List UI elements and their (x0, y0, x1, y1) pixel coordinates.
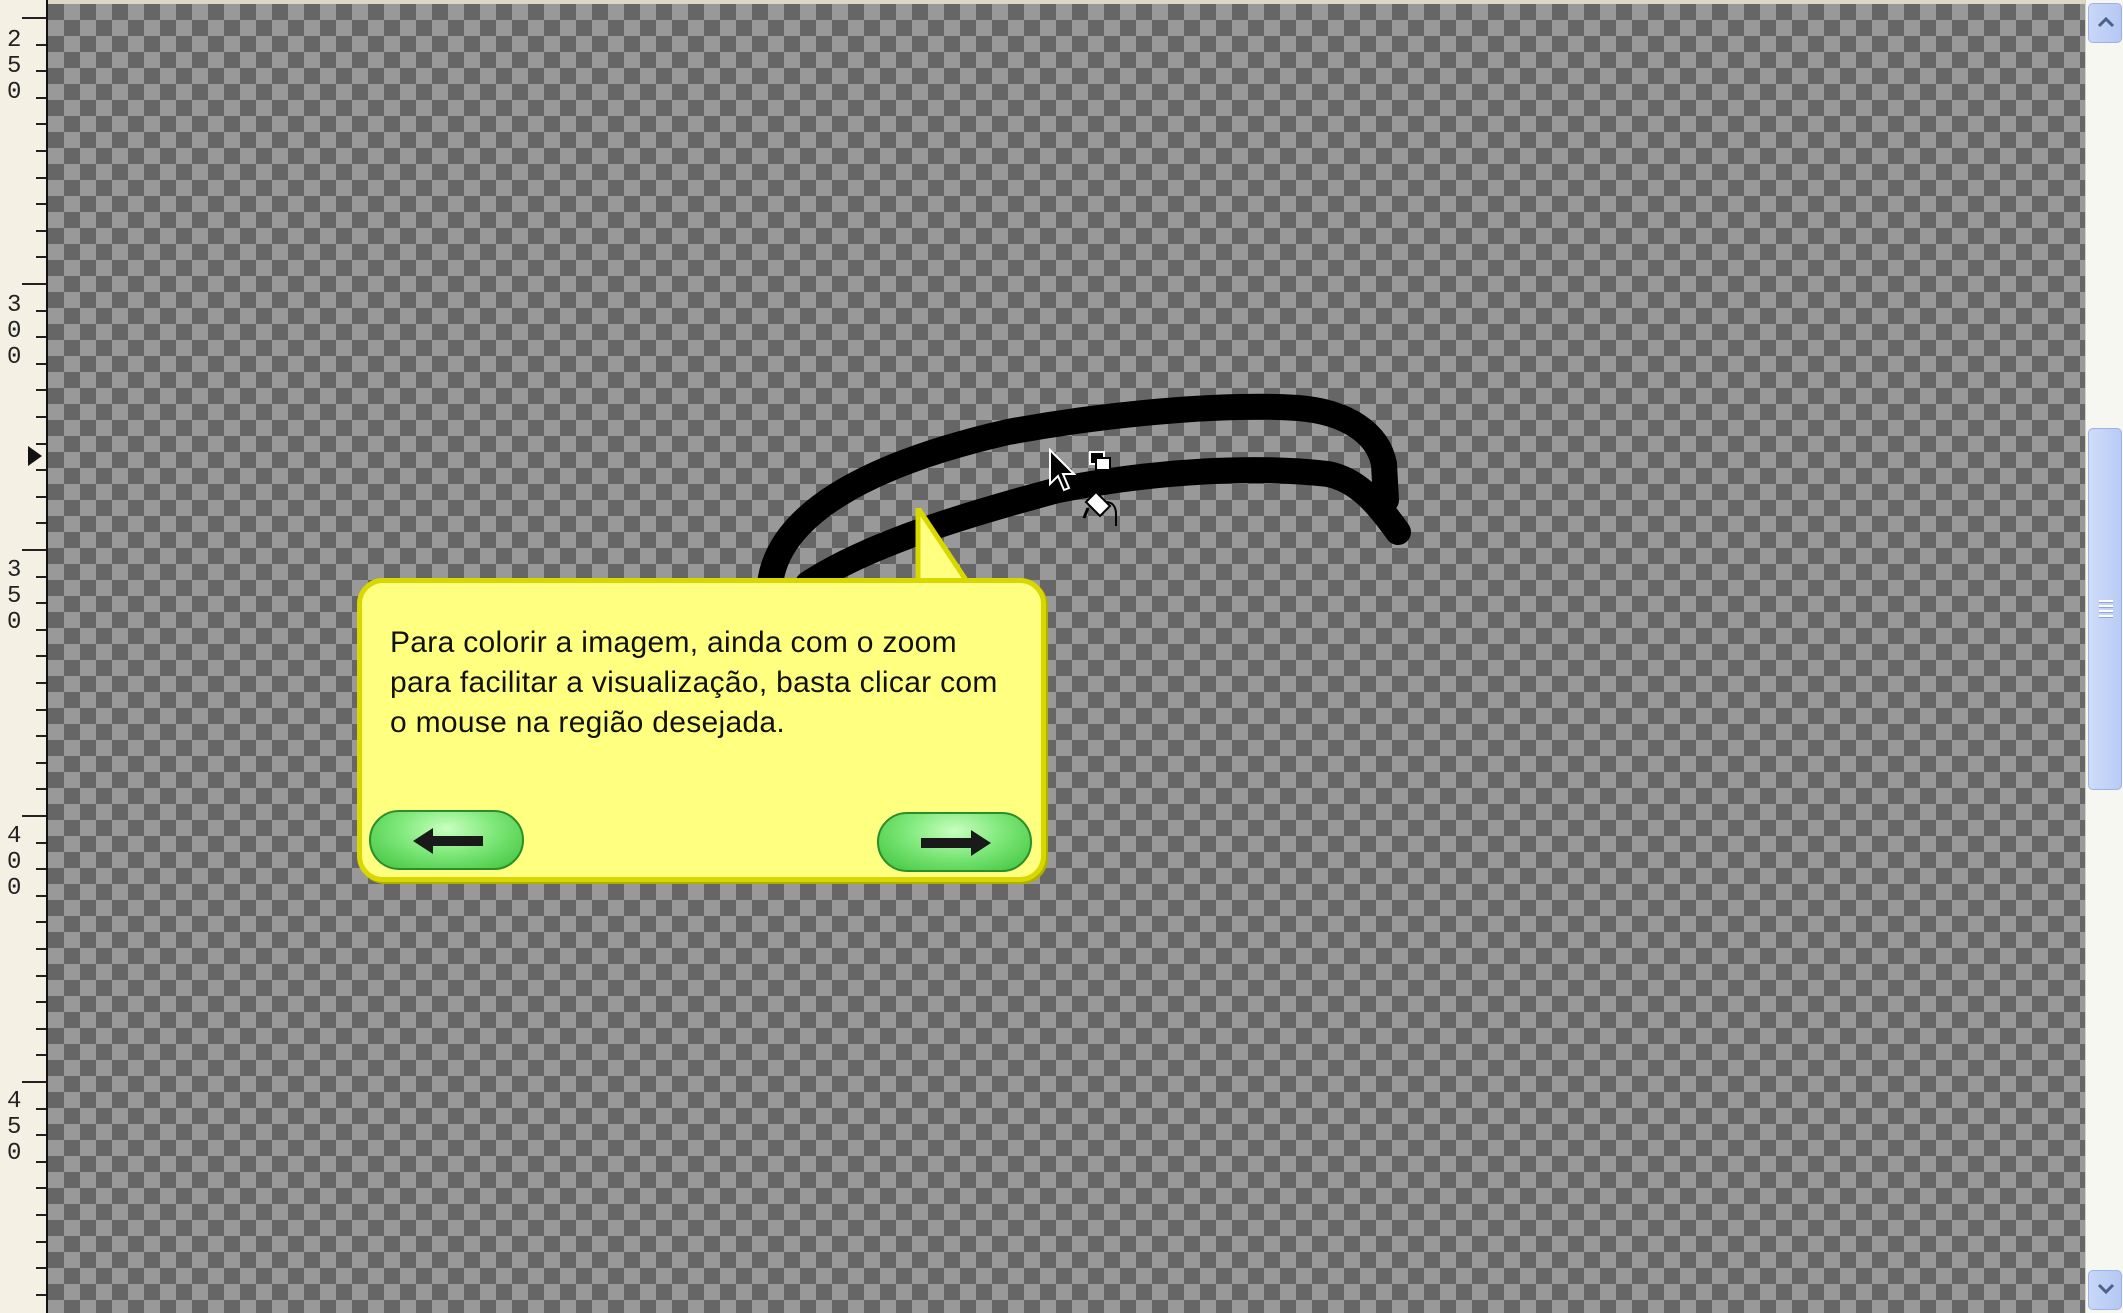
ruler-label-350: 3 5 0 (7, 558, 21, 636)
ruler-minor-tick (36, 895, 46, 897)
ruler-label-digit: 0 (7, 849, 22, 876)
thumb-grip-line (2099, 615, 2113, 617)
ruler-minor-tick (36, 948, 46, 950)
ruler-minor-tick (36, 1214, 46, 1216)
ruler-minor-tick (36, 522, 46, 524)
ruler-minor-tick (36, 762, 46, 764)
ruler-minor-tick (36, 975, 46, 977)
ruler-minor-tick (36, 1241, 46, 1243)
ruler-minor-tick (36, 203, 46, 205)
tutorial-callout: Para colorir a imagem, ainda com o zoom … (357, 578, 1046, 882)
ruler-major-tick (22, 283, 46, 285)
ruler-minor-tick (36, 1294, 46, 1296)
callout-text: Para colorir a imagem, ainda com o zoom … (390, 626, 998, 739)
ruler-label-digit: 0 (7, 318, 22, 345)
ruler-label-digit: 3 (7, 292, 22, 319)
ruler-minor-tick (36, 1054, 46, 1056)
ruler-label-digit: 0 (7, 609, 22, 636)
thumb-grip-line (2099, 610, 2113, 612)
ruler-minor-tick (36, 230, 46, 232)
ruler-minor-tick (36, 389, 46, 391)
ruler-major-tick (22, 549, 46, 551)
ruler-minor-tick (36, 682, 46, 684)
ruler-minor-tick (36, 1161, 46, 1163)
ruler-label-digit: 4 (7, 1088, 22, 1115)
ruler-label-400: 4 0 0 (7, 824, 21, 902)
ruler-minor-tick (36, 336, 46, 338)
ruler-minor-tick (36, 416, 46, 418)
ruler-minor-tick (36, 44, 46, 46)
ruler-minor-tick (36, 921, 46, 923)
paint-bucket-cursor-icon (1049, 448, 1117, 526)
ruler-label-digit: 5 (7, 583, 22, 610)
ruler-label-digit: 0 (7, 875, 22, 902)
ruler-minor-tick (36, 709, 46, 711)
ruler-major-tick (22, 17, 46, 19)
vertical-ruler: 2 5 0 3 0 0 3 5 0 4 0 0 4 5 0 (0, 0, 48, 1313)
drawing-canvas[interactable] (48, 4, 2085, 1313)
ruler-minor-tick (36, 655, 46, 657)
ruler-minor-tick (36, 1001, 46, 1003)
ruler-label-digit: 3 (7, 557, 22, 584)
next-button[interactable] (877, 812, 1032, 872)
ruler-minor-tick (36, 70, 46, 72)
ruler-minor-tick (36, 123, 46, 125)
ruler-minor-tick (36, 97, 46, 99)
ruler-minor-tick (36, 1108, 46, 1110)
ruler-label-250: 2 5 0 (7, 28, 21, 106)
ruler-major-tick (22, 815, 46, 817)
ruler-minor-tick (36, 443, 46, 445)
ruler-minor-tick (36, 1267, 46, 1269)
ruler-label-digit: 5 (7, 53, 22, 80)
ruler-label-digit: 0 (7, 79, 22, 106)
ruler-minor-tick (36, 150, 46, 152)
ruler-minor-tick (36, 576, 46, 578)
ruler-minor-tick (36, 496, 46, 498)
right-arrow-icon (921, 830, 991, 856)
ruler-label-digit: 0 (7, 1140, 22, 1167)
ruler-minor-tick (36, 842, 46, 844)
image-editor-window: 2 5 0 3 0 0 3 5 0 4 0 0 4 5 0 Para color… (0, 0, 2123, 1313)
ruler-major-tick (22, 1081, 46, 1083)
vertical-scrollbar[interactable] (2085, 0, 2123, 1313)
ruler-minor-tick (36, 788, 46, 790)
ruler-label-450: 4 5 0 (7, 1089, 21, 1167)
scrollbar-thumb[interactable] (2088, 428, 2122, 790)
ruler-minor-tick (36, 177, 46, 179)
ruler-minor-tick (36, 469, 46, 471)
ruler-minor-tick (36, 310, 46, 312)
ruler-minor-tick (36, 868, 46, 870)
ruler-label-digit: 2 (7, 27, 22, 54)
thumb-grip-line (2099, 600, 2113, 602)
ruler-label-digit: 5 (7, 1114, 22, 1141)
ruler-minor-tick (36, 629, 46, 631)
ruler-label-300: 3 0 0 (7, 293, 21, 371)
previous-button[interactable] (369, 810, 524, 870)
callout-tail (913, 508, 973, 588)
ruler-label-digit: 0 (7, 344, 22, 371)
chevron-down-icon (2097, 1283, 2115, 1295)
ruler-label-digit: 4 (7, 823, 22, 850)
chevron-up-icon (2097, 16, 2115, 28)
ruler-minor-tick (36, 363, 46, 365)
ruler-minor-tick (36, 1028, 46, 1030)
scroll-up-button[interactable] (2088, 3, 2122, 43)
thumb-grip-line (2099, 605, 2113, 607)
ruler-minor-tick (36, 256, 46, 258)
ruler-minor-tick (36, 1134, 46, 1136)
ruler-minor-tick (36, 1187, 46, 1189)
ruler-minor-tick (36, 735, 46, 737)
left-arrow-icon (413, 828, 483, 854)
drawing-layer (757, 393, 1411, 597)
ruler-minor-tick (36, 602, 46, 604)
scroll-down-button[interactable] (2088, 1270, 2122, 1310)
ruler-position-marker-icon (28, 446, 42, 466)
